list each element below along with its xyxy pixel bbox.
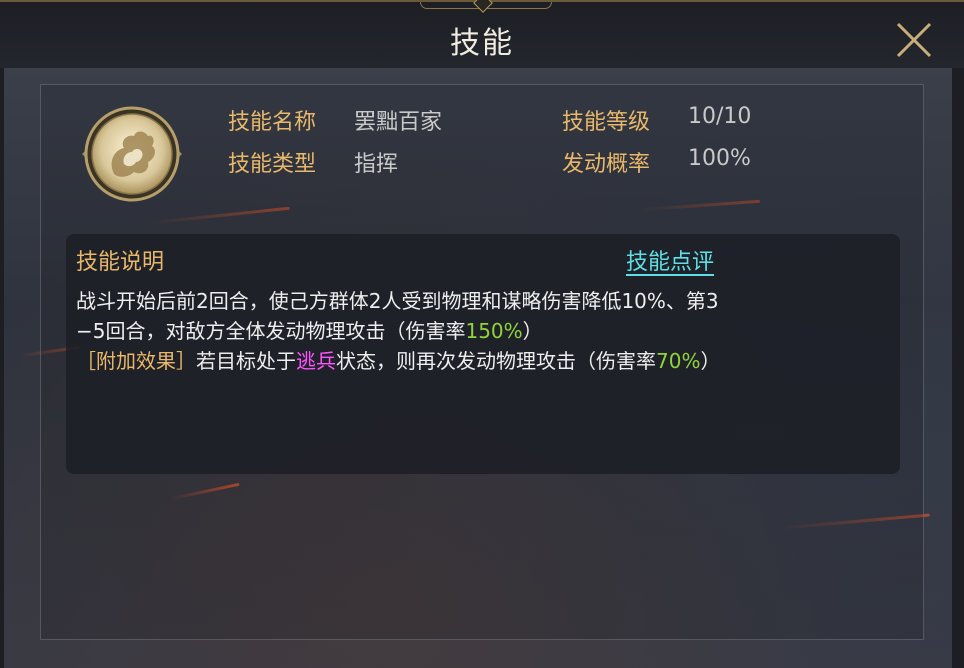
skill-name-label: 技能名称 [228, 110, 317, 135]
flame-spirit-icon [82, 106, 182, 202]
damage-rate-value: 150% [465, 319, 523, 343]
skill-level-label: 技能等级 [562, 110, 651, 135]
extra-effect-tag: ［附加效果］ [76, 349, 196, 373]
description-line-2: −5回合，对敌方全体发动物理攻击（伤害率150%） [76, 316, 886, 346]
skill-name-value: 罢黜百家 [354, 110, 443, 135]
skill-review-link[interactable]: 技能点评 [626, 244, 714, 276]
line3-prefix: 若目标处于 [196, 349, 296, 373]
trigger-rate-label: 发动概率 [562, 152, 651, 177]
description-title: 技能说明 [76, 250, 165, 275]
page-title: 技能 [450, 26, 514, 61]
description-text: 战斗开始后前2回合，使己方群体2人受到物理和谋略伤害降低10%、第3 −5回合，… [76, 286, 886, 376]
close-button[interactable] [892, 18, 936, 62]
description-line-3: ［附加效果］若目标处于逃兵状态，则再次发动物理攻击（伤害率70%） [76, 346, 886, 376]
line2-suffix: ） [522, 319, 543, 343]
description-line-1: 战斗开始后前2回合，使己方群体2人受到物理和谋略伤害降低10%、第3 [76, 289, 719, 313]
title-bar: 技能 [0, 0, 964, 68]
extra-damage-rate-value: 70% [656, 349, 701, 373]
skill-icon-button[interactable] [78, 104, 186, 204]
skill-type-label: 技能类型 [228, 152, 317, 177]
line3-suffix: ） [700, 349, 721, 373]
skill-level-value: 10/10 [688, 104, 752, 129]
close-icon [896, 22, 932, 58]
skill-type-value: 指挥 [354, 152, 399, 177]
line2-prefix: −5回合，对敌方全体发动物理攻击（伤害率 [76, 319, 466, 343]
trigger-rate-value: 100% [688, 146, 751, 171]
line3-mid: 状态，则再次发动物理攻击（伤害率 [336, 349, 656, 373]
deserter-status-keyword: 逃兵 [296, 349, 336, 373]
